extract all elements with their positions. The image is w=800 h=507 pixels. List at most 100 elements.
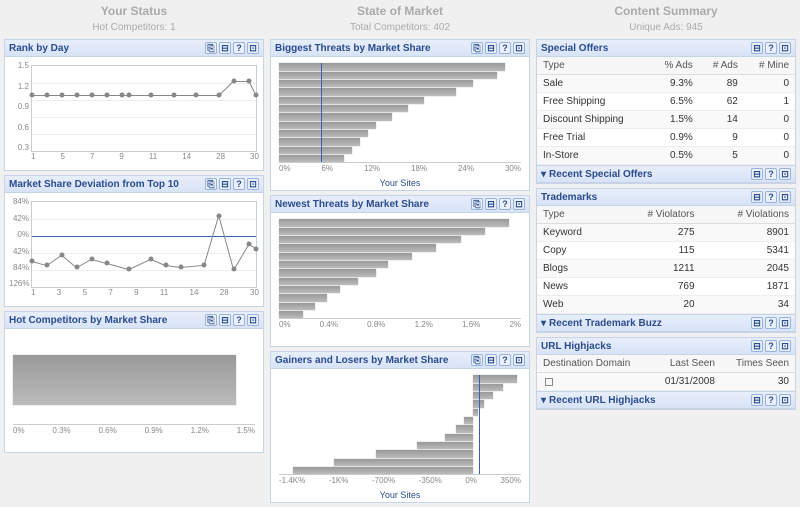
panel-title: Trademarks [541,192,597,203]
panel-title: Rank by Day [9,43,69,54]
table-cell: 1.5% [650,111,699,129]
collapse-icon[interactable]: ⊟ [751,191,763,203]
help-icon[interactable]: ? [499,42,511,54]
table-special-offers: Type% Ads# Ads# MineSale9.3%890Free Ship… [537,57,795,165]
expand-icon[interactable]: ⊡ [779,317,791,329]
panel-title: Hot Competitors by Market Share [9,315,167,326]
bar-row [279,261,521,268]
table-cell: Sale [537,75,650,93]
doc-icon[interactable]: ⎘ [205,314,217,326]
expand-icon[interactable]: ⊡ [779,42,791,54]
panel-gainers-losers: Gainers and Losers by Market Share ⎘ ⊟ ?… [270,351,530,503]
table-row[interactable]: Copy1155341 [537,242,795,260]
help-icon[interactable]: ? [233,314,245,326]
table-cell: 275 [613,224,701,242]
chart-biggest-threats: 0%6%12%18%24%30%Your Sites [275,61,525,186]
table-row[interactable]: 01/31/200830 [537,373,795,391]
table-row[interactable]: Blogs12112045 [537,260,795,278]
table-row[interactable]: In-Store0.5%50 [537,147,795,165]
panel-title: Special Offers [541,43,608,54]
bar-row [279,459,521,466]
collapse-icon[interactable]: ⊟ [751,42,763,54]
table-cell: 5 [699,147,744,165]
help-icon[interactable]: ? [765,191,777,203]
doc-icon[interactable]: ⎘ [471,354,483,366]
expand-icon[interactable]: ⊡ [247,42,259,54]
bar-row [279,286,521,293]
collapse-icon[interactable]: ⊟ [485,198,497,210]
doc-icon[interactable]: ⎘ [205,178,217,190]
chart-gainers-losers: -1.4K%-1K%-700%-350%0%350%Your Sites [275,373,525,498]
doc-icon[interactable]: ⎘ [205,42,217,54]
table-cell: 9.3% [650,75,699,93]
help-icon[interactable]: ? [765,168,777,180]
bar-row [279,244,521,251]
chevron-down-icon[interactable]: ▾ [541,395,546,406]
table-row[interactable]: Discount Shipping1.5%140 [537,111,795,129]
table-row[interactable]: Free Trial0.9%90 [537,129,795,147]
bar-row [279,425,521,432]
collapse-icon[interactable]: ⊟ [751,340,763,352]
table-cell: Blogs [537,260,613,278]
expand-icon[interactable]: ⊡ [779,168,791,180]
expand-icon[interactable]: ⊡ [247,314,259,326]
table-cell: 89 [699,75,744,93]
expand-icon[interactable]: ⊡ [513,42,525,54]
table-cell: 9 [699,129,744,147]
panel-rank-by-day: Rank by Day ⎘ ⊟ ? ⊡ 1.51.20.90.60.315791… [4,39,264,171]
collapse-icon[interactable]: ⊟ [219,178,231,190]
table-row[interactable]: Free Shipping6.5%621 [537,93,795,111]
expand-icon[interactable]: ⊡ [779,191,791,203]
external-link-icon[interactable] [545,378,553,386]
table-cell: 5341 [701,242,795,260]
chevron-down-icon[interactable]: ▾ [541,318,546,329]
table-trademarks: Type# Violators# ViolationsKeyword275890… [537,206,795,314]
collapse-icon[interactable]: ⊟ [485,354,497,366]
expand-icon[interactable]: ⊡ [247,178,259,190]
panel-title: Newest Threats by Market Share [275,199,429,210]
subpanel-title: Recent URL Highjacks [549,395,656,406]
collapse-icon[interactable]: ⊟ [751,168,763,180]
expand-icon[interactable]: ⊡ [513,354,525,366]
expand-icon[interactable]: ⊡ [779,394,791,406]
table-cell: Keyword [537,224,613,242]
help-icon[interactable]: ? [499,198,511,210]
help-icon[interactable]: ? [765,340,777,352]
bar-row [279,122,521,129]
doc-icon[interactable]: ⎘ [471,42,483,54]
collapse-icon[interactable]: ⊟ [485,42,497,54]
help-icon[interactable]: ? [765,317,777,329]
panel-title: URL Highjacks [541,341,611,352]
table-header: Type [537,57,650,75]
bar-row [279,113,521,120]
panel-url-highjacks: URL Highjacks ⊟ ? ⊡ Destination DomainLa… [536,337,796,410]
doc-icon[interactable]: ⎘ [471,198,483,210]
collapse-icon[interactable]: ⊟ [219,314,231,326]
bar-row [279,80,521,87]
help-icon[interactable]: ? [499,354,511,366]
table-cell: News [537,278,613,296]
table-row[interactable]: News7691871 [537,278,795,296]
expand-icon[interactable]: ⊡ [513,198,525,210]
table-row[interactable]: Sale9.3%890 [537,75,795,93]
chevron-down-icon[interactable]: ▾ [541,169,546,180]
expand-icon[interactable]: ⊡ [779,340,791,352]
bar-row [279,311,521,318]
subpanel-title: Recent Special Offers [549,169,652,180]
help-icon[interactable]: ? [233,178,245,190]
bar-row [279,269,521,276]
help-icon[interactable]: ? [765,394,777,406]
table-row[interactable]: Web2034 [537,296,795,314]
help-icon[interactable]: ? [233,42,245,54]
help-icon[interactable]: ? [765,42,777,54]
table-header: Times Seen [721,355,795,373]
table-header: # Ads [699,57,744,75]
chart-hot-competitors: 0%0.3%0.6%0.9%1.2%1.5% [9,333,259,448]
table-row[interactable]: Keyword2758901 [537,224,795,242]
collapse-icon[interactable]: ⊟ [751,317,763,329]
collapse-icon[interactable]: ⊟ [219,42,231,54]
table-cell: 8901 [701,224,795,242]
panel-newest-threats: Newest Threats by Market Share ⎘ ⊟ ? ⊡ 0… [270,195,530,347]
table-cell: 0.5% [650,147,699,165]
collapse-icon[interactable]: ⊟ [751,394,763,406]
